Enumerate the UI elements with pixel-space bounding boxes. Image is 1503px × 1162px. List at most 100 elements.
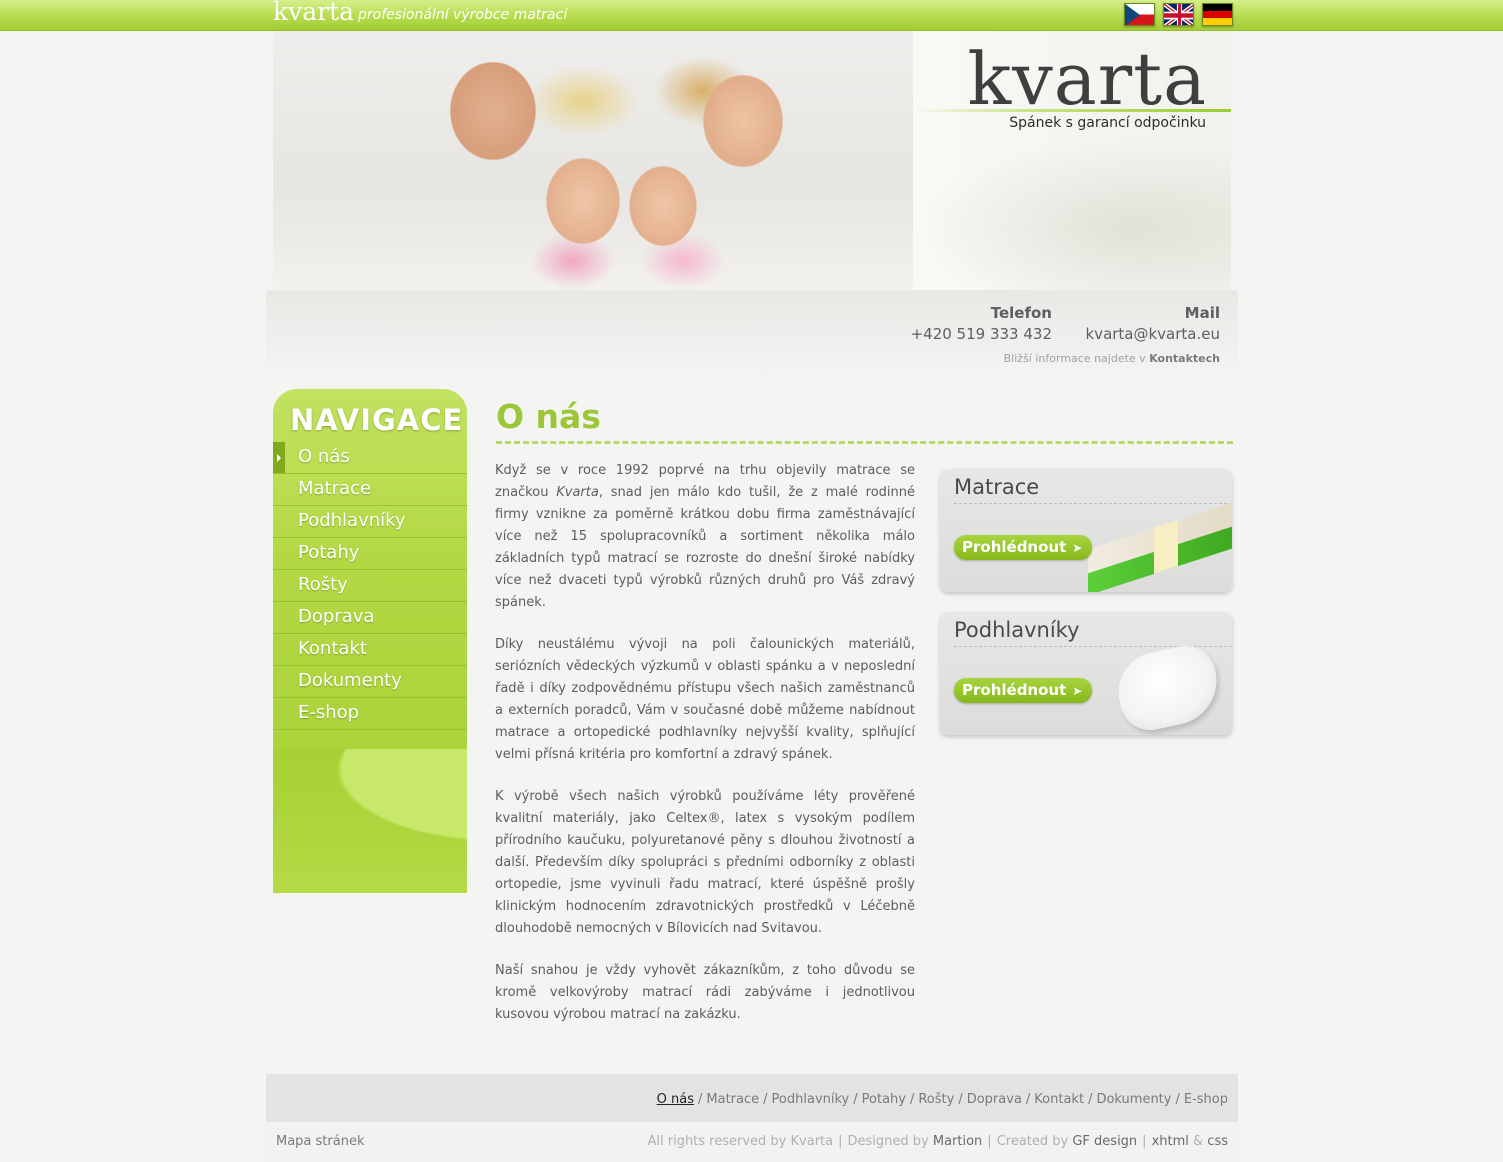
flag-czech-icon[interactable] [1124, 3, 1155, 26]
pillow-image [1111, 640, 1225, 735]
contact-mail: Mail kvarta@kvarta.eu [1086, 304, 1221, 343]
separator: / [958, 1092, 963, 1107]
brand-underline [911, 109, 1231, 112]
css-link[interactable]: css [1207, 1134, 1228, 1149]
title-divider [496, 441, 1233, 444]
top-bar: kvarta profesionální výrobce matrací [0, 0, 1503, 31]
separator: | [987, 1134, 992, 1149]
separator: / [1025, 1092, 1031, 1107]
footer-link-doprava[interactable]: Doprava [967, 1092, 1022, 1107]
sitemap-link[interactable]: Mapa stránek [276, 1122, 364, 1162]
decorative-swirl [901, 131, 1231, 290]
nav-curve-decoration [273, 769, 467, 893]
paragraph-2: Díky neustálému vývoji na poli čalounick… [495, 637, 915, 762]
separator: / [1088, 1092, 1093, 1107]
brand-logo[interactable]: kvarta [967, 39, 1207, 119]
footer-bottom: Mapa stránek All rights reserved by Kvar… [266, 1122, 1238, 1162]
nav-item-doprava[interactable]: Doprava [273, 602, 467, 634]
paragraph-3: K výrobě všech našich výrobků používáme … [495, 789, 915, 936]
nav-item-label: Matrace [298, 478, 372, 499]
separator: / [1175, 1092, 1180, 1107]
separator: / [909, 1092, 915, 1107]
footer-link-podhlavniky[interactable]: Podhlavníky [772, 1092, 850, 1107]
page-title: O nás [496, 397, 601, 436]
nav-item-rosty[interactable]: Rošty [273, 570, 467, 602]
view-matrace-button[interactable]: Prohlédnout ➤ [954, 535, 1093, 560]
separator: / [853, 1092, 858, 1107]
separator: / [698, 1092, 703, 1107]
paragraph-1: Když se v roce 1992 poprvé na trhu objev… [495, 460, 915, 614]
nav-item-kontakt[interactable]: Kontakt [273, 634, 467, 666]
nav-item-label: Potahy [298, 542, 360, 563]
footer-link-kontakt[interactable]: Kontakt [1034, 1092, 1084, 1107]
top-tagline: profesionální výrobce matrací [358, 7, 568, 23]
button-label: Prohlédnout [962, 681, 1067, 699]
header-banner: kvarta Spánek s garancí odpočinku [273, 31, 1231, 290]
footer-link-o-nas[interactable]: O nás [657, 1092, 694, 1107]
designer-link[interactable]: Martion [933, 1134, 982, 1149]
nav-item-label: Kontakt [298, 638, 367, 659]
nav-item-label: O nás [298, 446, 350, 467]
nav-item-label: Rošty [298, 574, 348, 595]
flag-germany-icon[interactable] [1202, 3, 1233, 26]
rights-text: All rights reserved by Kvarta [647, 1134, 834, 1149]
nav-item-matrace[interactable]: Matrace [273, 474, 467, 506]
contact-strip: Telefon +420 519 333 432 Mail kvarta@kva… [266, 290, 1238, 380]
promo-title: Matrace [954, 475, 1040, 499]
flag-uk-svg [1164, 4, 1193, 25]
separator: | [1142, 1134, 1147, 1149]
mattress-stripe [1154, 520, 1178, 574]
main-content: Když se v roce 1992 poprvé na trhu objev… [495, 460, 915, 1046]
footer-link-potahy[interactable]: Potahy [862, 1092, 906, 1107]
nav-item-eshop[interactable]: E-shop [273, 698, 467, 730]
footer-credits: All rights reserved by Kvarta | Designed b… [647, 1122, 1228, 1162]
promo-title: Podhlavníky [954, 618, 1080, 642]
amp-text: & [1193, 1134, 1204, 1149]
language-flags [1124, 3, 1233, 26]
nav-item-label: Podhlavníky [298, 510, 406, 531]
phone-label: Telefon [990, 304, 1052, 322]
nav-item-label: Dokumenty [298, 670, 402, 691]
mail-label: Mail [1184, 304, 1220, 322]
contacts-link[interactable]: Kontaktech [1149, 352, 1220, 365]
footer-link-rosty[interactable]: Rošty [918, 1092, 954, 1107]
view-podhlavniky-button[interactable]: Prohlédnout ➤ [954, 678, 1093, 703]
creator-link[interactable]: GF design [1072, 1134, 1137, 1149]
created-prefix: Created by [996, 1134, 1069, 1149]
button-label: Prohlédnout [962, 538, 1067, 556]
footer-navigation: O nás / Matrace / Podhlavníky / Potahy / Rošty / D… [266, 1074, 1238, 1122]
paragraph-4: Naší snahou je vždy vyhovět zákazníkům, … [495, 963, 915, 1022]
arrow-right-icon: ➤ [1072, 684, 1083, 698]
brand-slogan: Spánek s garancí odpočinku [1009, 115, 1206, 131]
footer-link-dokumenty[interactable]: Dokumenty [1096, 1092, 1171, 1107]
sidebar-navigation: NAVIGACE O nás Matrace Podhlavníky Potah… [273, 389, 467, 893]
xhtml-link[interactable]: xhtml [1152, 1134, 1189, 1149]
nav-item-dokumenty[interactable]: Dokumenty [273, 666, 467, 698]
contact-more-prefix: Bližší informace najdete v [1003, 352, 1146, 365]
arrow-right-icon: ➤ [1072, 541, 1083, 555]
paragraph-1-brand: Kvarta [556, 485, 599, 500]
flag-uk-icon[interactable] [1163, 3, 1194, 26]
mattress-image [1088, 483, 1232, 592]
promo-podhlavniky: Podhlavníky Prohlédnout ➤ [940, 612, 1232, 735]
nav-list: O nás Matrace Podhlavníky Potahy Rošty D… [273, 442, 467, 730]
paragraph-1-b: , snad jen málo kdo tušil, že z malé rod… [495, 485, 915, 610]
nav-item-label: Doprava [298, 606, 375, 627]
top-logo[interactable]: kvarta [273, 0, 354, 27]
contact-more-info: Bližší informace najdete v Kontaktech [1004, 352, 1220, 365]
nav-item-o-nas[interactable]: O nás [273, 442, 467, 474]
mail-value[interactable]: kvarta@kvarta.eu [1086, 325, 1221, 343]
nav-title: NAVIGACE [290, 403, 464, 437]
separator: | [838, 1134, 843, 1149]
phone-value: +420 519 333 432 [910, 325, 1052, 343]
nav-item-label: E-shop [298, 702, 360, 723]
footer-link-eshop[interactable]: E-shop [1184, 1092, 1228, 1107]
separator: / [763, 1092, 768, 1107]
nav-decoration [273, 749, 467, 893]
nav-item-podhlavniky[interactable]: Podhlavníky [273, 506, 467, 538]
nav-item-potahy[interactable]: Potahy [273, 538, 467, 570]
promo-matrace: Matrace Prohlédnout ➤ [940, 469, 1232, 592]
contact-phone: Telefon +420 519 333 432 [911, 304, 1052, 343]
designed-prefix: Designed by [847, 1134, 929, 1149]
footer-link-matrace[interactable]: Matrace [706, 1092, 759, 1107]
